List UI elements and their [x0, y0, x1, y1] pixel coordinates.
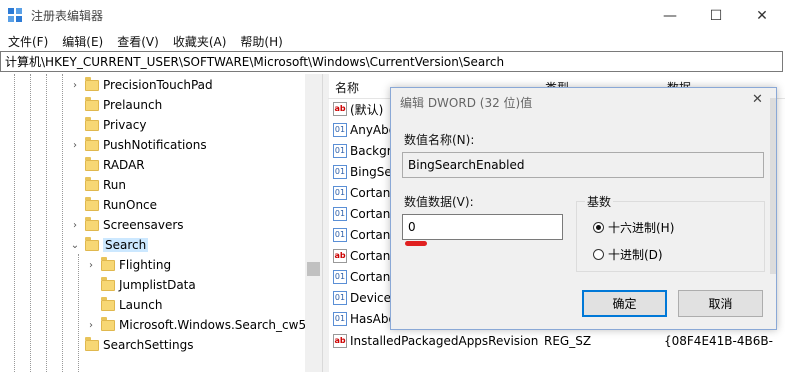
dialog-close-icon[interactable]: ✕ [752, 92, 763, 107]
list-item[interactable]: 01 HasAbo [333, 309, 396, 329]
tree-item-runonce[interactable]: RunOnce [70, 195, 157, 215]
dword-value-icon: 01 [333, 312, 347, 326]
maximize-button[interactable]: ☐ [693, 0, 739, 31]
menu-favorites[interactable]: 收藏夹(A) [165, 31, 233, 51]
pane-splitter[interactable] [322, 74, 329, 372]
chevron-down-icon[interactable]: ⌄ [70, 240, 80, 251]
tree-scrollbar[interactable] [305, 74, 322, 372]
dialog-side-scrollbar [770, 98, 776, 274]
string-value-icon: ab [333, 249, 347, 263]
folder-icon [85, 176, 99, 191]
tree-item-jumplistdata[interactable]: JumplistData [86, 275, 196, 295]
tree-item-microsoft-windows-search[interactable]: › Microsoft.Windows.Search_cw5n [86, 315, 314, 335]
dword-value-icon: 01 [333, 207, 347, 221]
dword-value-icon: 01 [333, 291, 347, 305]
list-item[interactable]: 01 Cortan [333, 183, 390, 203]
folder-icon [85, 196, 99, 211]
value-name-label: 数值名称(N): [404, 133, 475, 147]
chevron-right-icon[interactable]: › [86, 320, 96, 331]
tree-scroll-thumb[interactable] [307, 262, 320, 276]
menu-help[interactable]: 帮助(H) [232, 31, 288, 51]
list-item[interactable]: 01 Backgr [333, 141, 392, 161]
dword-value-icon: 01 [333, 144, 347, 158]
list-item[interactable]: 01 Cortan [333, 204, 390, 224]
tree-item-radar[interactable]: RADAR [70, 155, 145, 175]
folder-icon [101, 316, 115, 331]
dword-value-icon: 01 [333, 123, 347, 137]
folder-icon [85, 76, 99, 91]
window-title: 注册表编辑器 [31, 9, 104, 23]
dword-value-icon: 01 [333, 165, 347, 179]
folder-icon [85, 96, 99, 111]
list-item[interactable]: 01 Cortan [333, 267, 390, 287]
folder-icon [85, 236, 99, 251]
radio-empty-icon [593, 249, 604, 260]
chevron-right-icon[interactable]: › [70, 140, 80, 151]
dword-value-icon: 01 [333, 228, 347, 242]
base-label: 基数 [585, 193, 614, 210]
list-item[interactable]: 01 AnyAbo [333, 120, 396, 140]
string-value-icon: ab [333, 102, 347, 116]
tree-item-prelaunch[interactable]: Prelaunch [70, 95, 162, 115]
list-item[interactable]: 01 BingSe [333, 162, 392, 182]
dword-value-icon: 01 [333, 186, 347, 200]
close-button[interactable]: ✕ [739, 0, 785, 31]
dword-value-icon: 01 [333, 270, 347, 284]
address-bar[interactable]: 计算机\HKEY_CURRENT_USER\SOFTWARE\Microsoft… [0, 51, 783, 72]
chevron-right-icon[interactable]: › [86, 260, 96, 271]
cancel-button[interactable]: 取消 [678, 290, 763, 317]
menu-edit[interactable]: 编辑(E) [54, 31, 109, 51]
red-underline-annotation [405, 241, 427, 246]
chevron-right-icon[interactable]: › [70, 220, 80, 231]
list-item[interactable]: ab (默认) [333, 99, 383, 119]
tree-item-privacy[interactable]: Privacy [70, 115, 146, 135]
folder-icon [85, 116, 99, 131]
list-item[interactable]: ab Cortan [333, 246, 390, 266]
value-data-label: 数值数据(V): [404, 195, 474, 209]
menu-view[interactable]: 查看(V) [109, 31, 165, 51]
list-item[interactable]: ab InstalledPackagedAppsRevision REG_SZ … [333, 331, 785, 351]
tree-pane: › PrecisionTouchPad Prelaunch Privacy › Pu… [0, 74, 322, 372]
tree-item-launch[interactable]: Launch [86, 295, 162, 315]
tree-item-precisiontouchpad[interactable]: › PrecisionTouchPad [70, 75, 213, 95]
value-data-input[interactable]: 0 [402, 214, 563, 240]
hex-radio[interactable]: 十六进制(H) [593, 219, 674, 236]
tree-item-search[interactable]: ⌄ Search [70, 235, 149, 255]
dialog-title: 编辑 DWORD (32 位)值 [400, 96, 533, 110]
folder-icon [101, 256, 115, 271]
string-value-icon: ab [333, 334, 347, 348]
chevron-right-icon[interactable]: › [70, 80, 80, 91]
radio-selected-icon [593, 222, 604, 233]
folder-icon [85, 336, 99, 351]
list-item[interactable]: 01 Cortan [333, 225, 390, 245]
ok-button[interactable]: 确定 [582, 290, 667, 317]
folder-icon [85, 136, 99, 151]
tree-item-screensavers[interactable]: › Screensavers [70, 215, 184, 235]
value-name-field[interactable]: BingSearchEnabled [402, 152, 764, 178]
dec-radio[interactable]: 十进制(D) [593, 246, 663, 263]
list-item[interactable]: 01 Device [333, 288, 391, 308]
minimize-button[interactable]: — [647, 0, 693, 31]
folder-icon [85, 156, 99, 171]
tree-item-run[interactable]: Run [70, 175, 126, 195]
tree-item-flighting[interactable]: › Flighting [86, 255, 171, 275]
column-name[interactable]: 名称 [335, 79, 359, 96]
folder-icon [101, 276, 115, 291]
regedit-app-icon [8, 8, 22, 22]
folder-icon [85, 216, 99, 231]
menu-bar: 文件(F) 编辑(E) 查看(V) 收藏夹(A) 帮助(H) [0, 31, 785, 51]
tree-item-searchsettings[interactable]: SearchSettings [70, 335, 193, 355]
tree-item-pushnotifications[interactable]: › PushNotifications [70, 135, 207, 155]
folder-icon [101, 296, 115, 311]
menu-file[interactable]: 文件(F) [0, 31, 54, 51]
